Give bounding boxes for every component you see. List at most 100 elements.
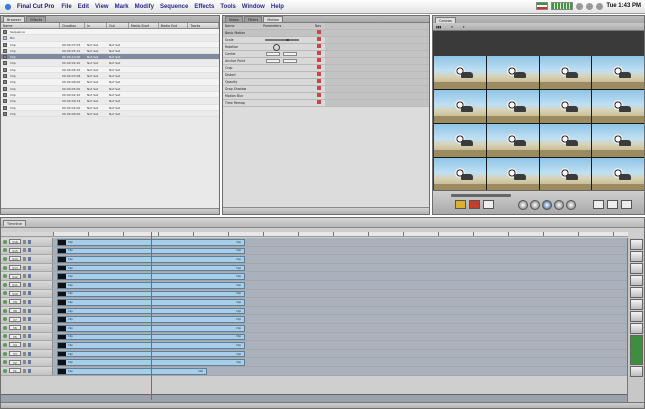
track-content[interactable]: Clip Clip bbox=[53, 358, 628, 366]
auto-select-icon[interactable] bbox=[28, 299, 31, 304]
timeline-zoom-bar[interactable] bbox=[1, 402, 644, 408]
auto-select-icon[interactable] bbox=[28, 342, 31, 347]
track-label[interactable]: V4 bbox=[9, 342, 21, 348]
auto-select-icon[interactable] bbox=[28, 360, 31, 365]
track-label[interactable]: V11 bbox=[9, 282, 21, 288]
menu-window[interactable]: Window bbox=[242, 4, 265, 10]
track-content[interactable]: Clip Clip bbox=[53, 298, 628, 306]
go-to-next-edit-button[interactable] bbox=[566, 200, 576, 210]
track-content[interactable]: Clip Clip bbox=[53, 315, 628, 323]
tab-motion[interactable]: Motion bbox=[263, 16, 284, 22]
cpu-meter-icon[interactable] bbox=[551, 2, 574, 10]
auto-select-icon[interactable] bbox=[28, 291, 31, 296]
airport-icon[interactable] bbox=[586, 2, 594, 10]
auto-select-icon[interactable] bbox=[28, 308, 31, 313]
canvas-view-popup[interactable]: ▾ bbox=[463, 25, 465, 29]
auto-select-icon[interactable] bbox=[28, 248, 31, 253]
track-lock-icon[interactable] bbox=[23, 248, 26, 253]
track-visibility-icon[interactable] bbox=[3, 317, 7, 322]
keyframe-graph-area[interactable] bbox=[325, 30, 429, 36]
menu-clock[interactable]: Tue 1:43 PM bbox=[606, 3, 641, 9]
add-marker-button[interactable] bbox=[621, 200, 632, 209]
auto-select-icon[interactable] bbox=[28, 239, 31, 244]
motion-parameter-row[interactable]: Time Remap bbox=[223, 99, 429, 107]
track-label[interactable]: V14 bbox=[9, 256, 21, 262]
keyframe-graph-area[interactable] bbox=[325, 44, 429, 50]
app-menu[interactable]: Final Cut Pro bbox=[17, 4, 54, 10]
column-out[interactable]: Out bbox=[107, 23, 129, 28]
crop-tool-icon[interactable] bbox=[630, 323, 643, 334]
auto-select-icon[interactable] bbox=[28, 274, 31, 279]
play-around-button[interactable] bbox=[554, 200, 564, 210]
rotation-dial-icon[interactable] bbox=[273, 43, 280, 51]
zoom-tool-icon[interactable] bbox=[630, 311, 643, 322]
reset-icon[interactable] bbox=[317, 78, 321, 83]
keyframe-graph-area[interactable] bbox=[325, 86, 429, 92]
tab-browser[interactable]: Browser bbox=[3, 16, 26, 22]
timeline-current-time[interactable] bbox=[1, 232, 53, 237]
canvas-timecode-field[interactable]: ▮▮▮ bbox=[436, 25, 441, 29]
track-visibility-icon[interactable] bbox=[3, 282, 7, 287]
track-visibility-icon[interactable] bbox=[3, 368, 7, 373]
auto-select-icon[interactable] bbox=[28, 265, 31, 270]
track-lock-icon[interactable] bbox=[23, 282, 26, 287]
track-label[interactable]: V9 bbox=[9, 299, 21, 305]
track-label[interactable]: V12 bbox=[9, 273, 21, 279]
track-visibility-icon[interactable] bbox=[3, 325, 7, 330]
slip-tool-icon[interactable] bbox=[630, 287, 643, 298]
track-content[interactable]: Clip Clip bbox=[53, 323, 628, 332]
keyframe-graph-area[interactable] bbox=[325, 93, 429, 99]
track-visibility-icon[interactable] bbox=[3, 334, 7, 339]
track-visibility-icon[interactable] bbox=[3, 299, 7, 304]
menu-modify[interactable]: Modify bbox=[135, 4, 154, 10]
canvas-zoom-popup[interactable]: ▾ bbox=[451, 25, 453, 29]
track-visibility-icon[interactable] bbox=[3, 291, 7, 296]
track-content[interactable]: Clip Clip bbox=[53, 366, 628, 375]
track-content[interactable]: Clip Clip bbox=[53, 332, 628, 341]
viewer-timecode-bar[interactable] bbox=[223, 207, 429, 214]
reset-icon[interactable] bbox=[317, 36, 321, 41]
track-label[interactable]: V3 bbox=[9, 351, 21, 357]
auto-select-icon[interactable] bbox=[28, 351, 31, 356]
reset-icon[interactable] bbox=[317, 50, 321, 55]
track-selection-tool-icon[interactable] bbox=[630, 263, 643, 274]
play-button[interactable] bbox=[542, 200, 552, 210]
keyframe-graph-area[interactable] bbox=[325, 37, 429, 43]
track-content[interactable]: Clip Clip bbox=[53, 280, 628, 289]
track-lock-icon[interactable] bbox=[23, 308, 26, 313]
track-label[interactable]: V5 bbox=[9, 333, 21, 339]
tab-effects[interactable]: Effects bbox=[26, 16, 47, 22]
keyframe-graph-area[interactable] bbox=[325, 58, 429, 64]
menu-effects[interactable]: Effects bbox=[194, 4, 214, 10]
auto-select-icon[interactable] bbox=[28, 325, 31, 330]
track-lock-icon[interactable] bbox=[23, 351, 26, 356]
roll-edit-tool-icon[interactable] bbox=[630, 275, 643, 286]
menu-edit[interactable]: Edit bbox=[78, 4, 89, 10]
tab-canvas[interactable]: Canvas bbox=[435, 17, 456, 23]
track-lock-icon[interactable] bbox=[23, 334, 26, 339]
selection-tool-icon[interactable] bbox=[630, 239, 643, 250]
track-label[interactable]: V6 bbox=[9, 325, 21, 331]
menu-mark[interactable]: Mark bbox=[115, 4, 129, 10]
track-visibility-icon[interactable] bbox=[3, 248, 7, 253]
track-content[interactable]: Clip Clip bbox=[53, 349, 628, 358]
track-lock-icon[interactable] bbox=[23, 299, 26, 304]
menu-sequence[interactable]: Sequence bbox=[160, 4, 188, 10]
keyframe-graph-area[interactable] bbox=[325, 79, 429, 85]
track-lock-icon[interactable] bbox=[23, 360, 26, 365]
reset-icon[interactable] bbox=[317, 71, 321, 76]
input-menu-flag-icon[interactable] bbox=[536, 2, 549, 10]
volume-icon[interactable] bbox=[596, 2, 604, 10]
play-in-to-out-button[interactable] bbox=[530, 200, 540, 210]
timeline-playhead[interactable] bbox=[151, 232, 152, 400]
keyframe-graph-area[interactable] bbox=[325, 65, 429, 71]
track-visibility-icon[interactable] bbox=[3, 308, 7, 313]
track-lock-icon[interactable] bbox=[23, 325, 26, 330]
track-visibility-icon[interactable] bbox=[3, 351, 7, 356]
track-label[interactable]: V15 bbox=[9, 247, 21, 253]
track-content[interactable]: Clip Clip bbox=[53, 306, 628, 315]
keyframe-graph-area[interactable] bbox=[325, 72, 429, 78]
track-lock-icon[interactable] bbox=[23, 239, 26, 244]
canvas-scrubber[interactable] bbox=[451, 194, 511, 197]
track-visibility-icon[interactable] bbox=[3, 360, 7, 365]
